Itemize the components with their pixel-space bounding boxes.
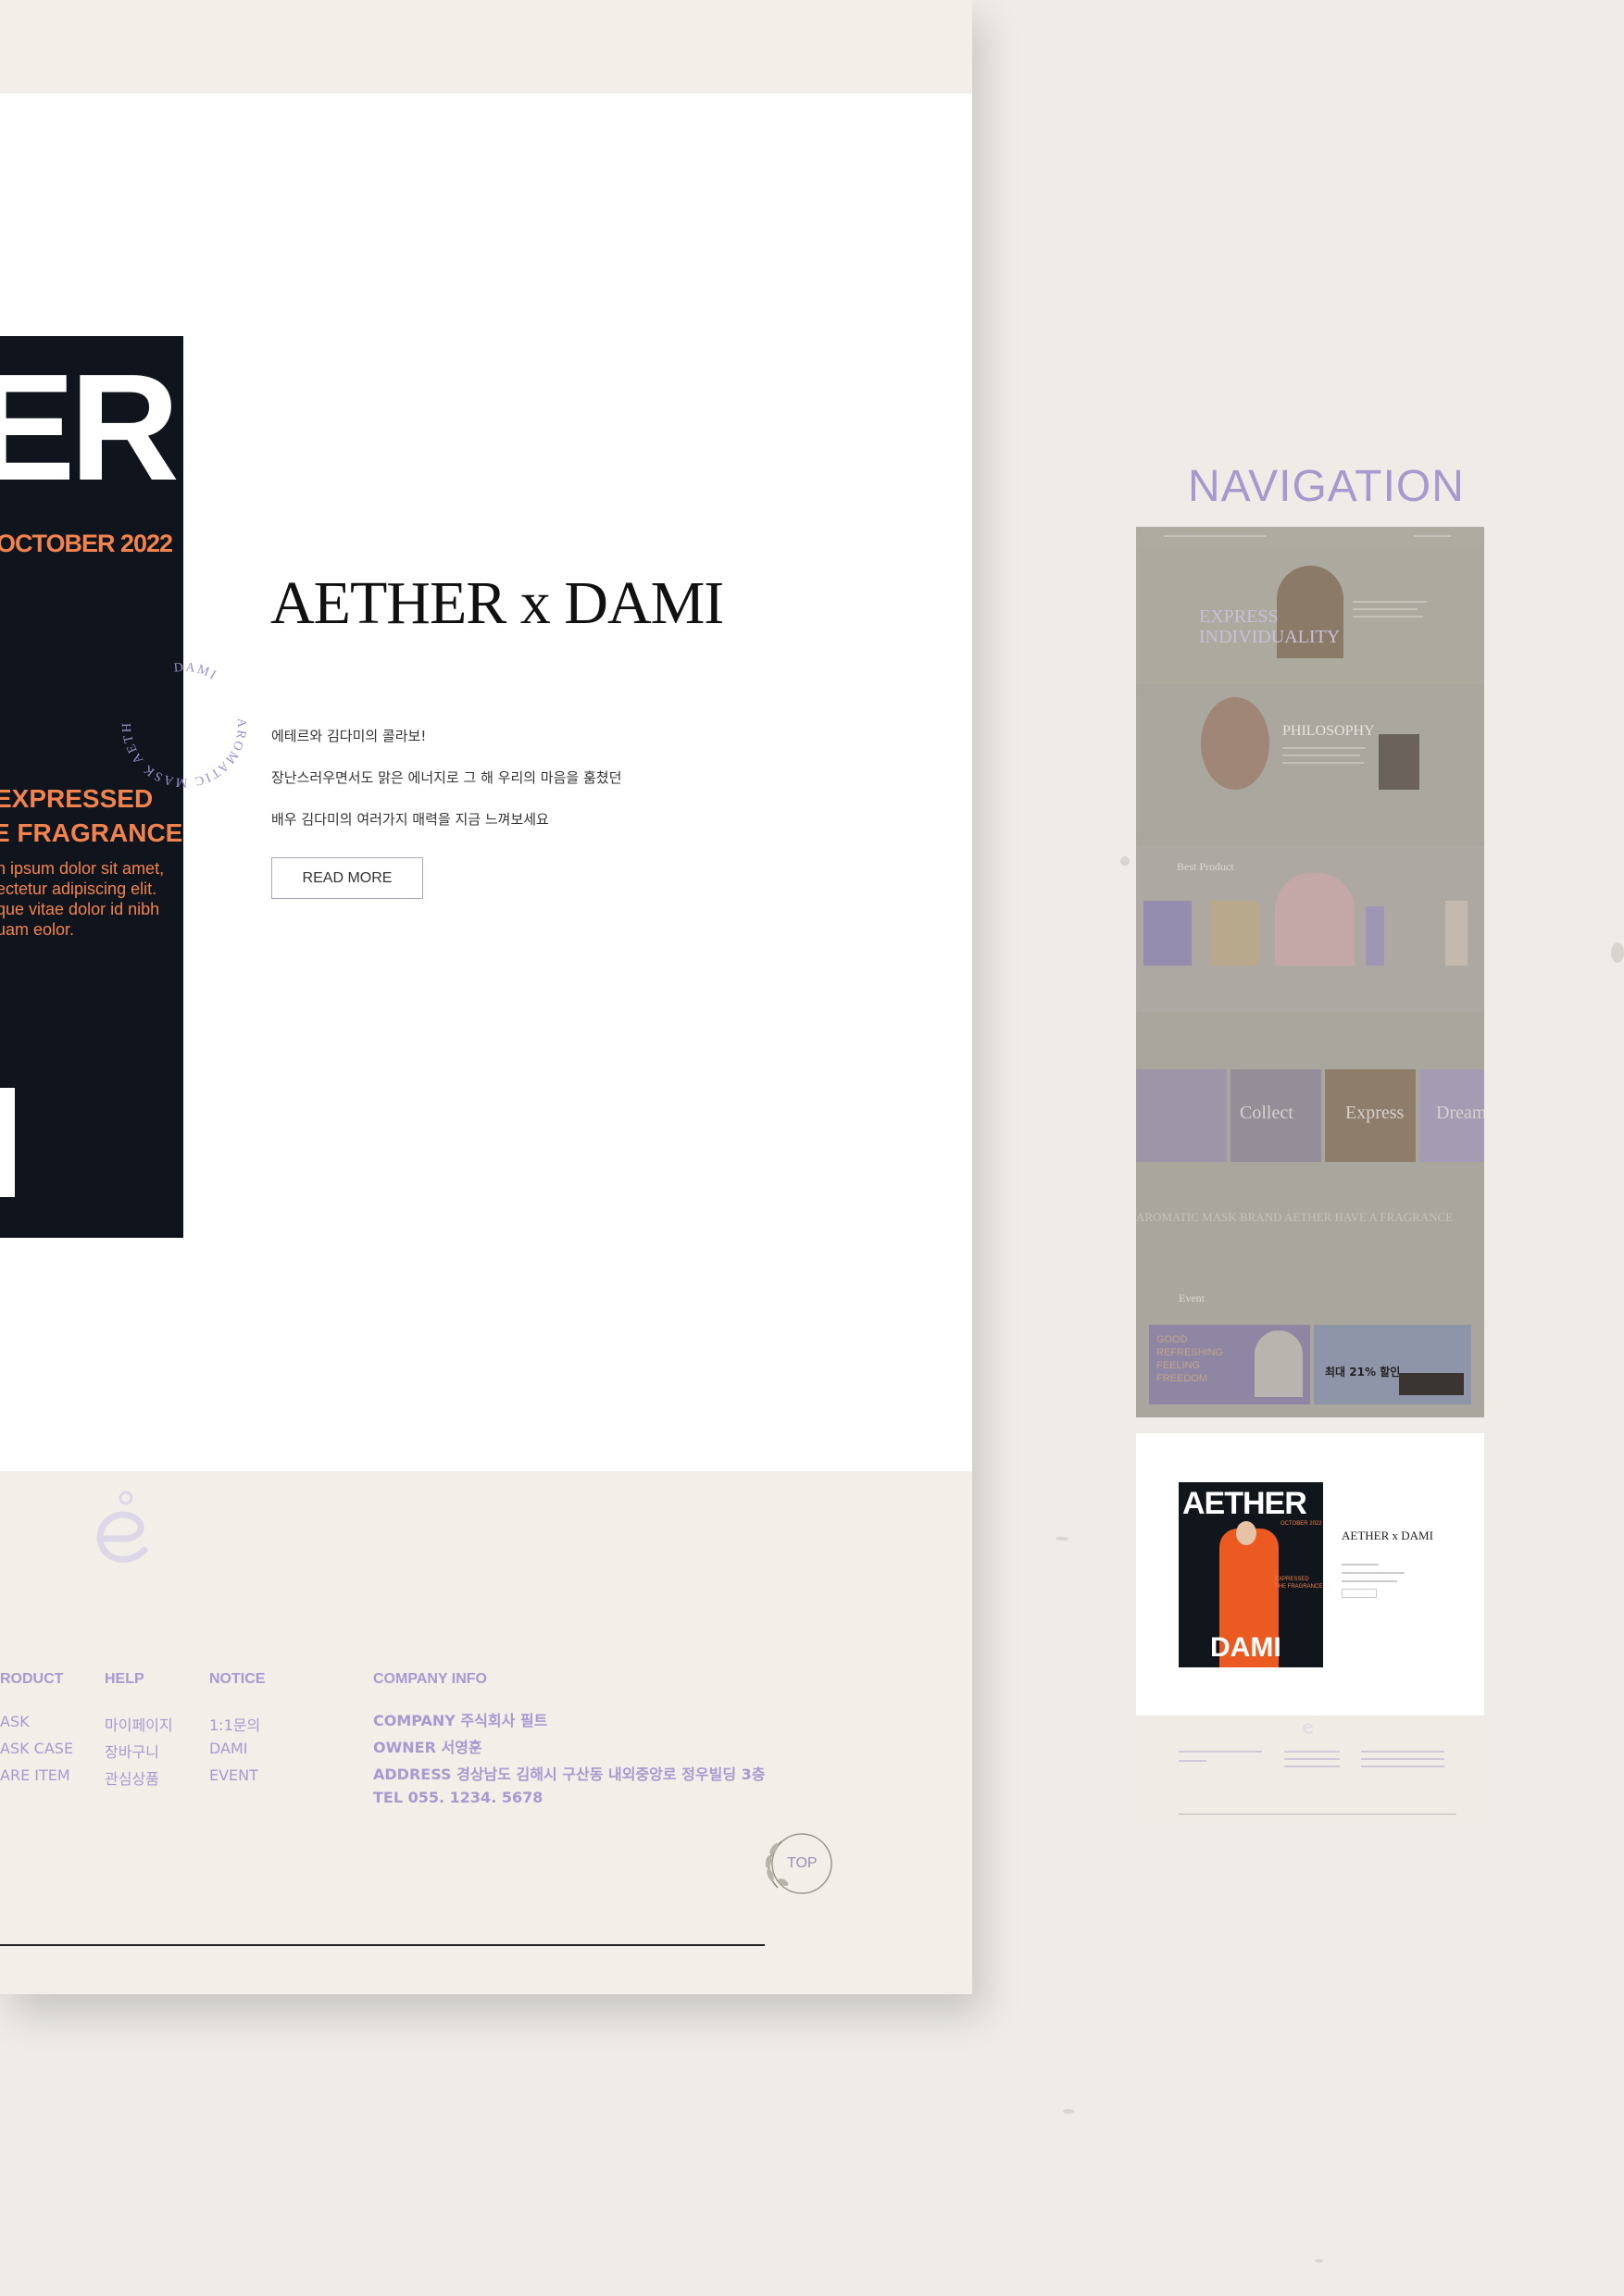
top-button[interactable]: TOP xyxy=(757,1828,837,1899)
mini-product-5 xyxy=(1445,901,1468,966)
mini-hero-text-2: INDIVIDUALITY xyxy=(1199,627,1341,647)
poster-date: OCTOBER 2022 xyxy=(0,530,173,557)
main-page-preview: ER OCTOBER 2022 EXPRESSED E FRAGRANCE n … xyxy=(0,0,972,1994)
poster-lorem-4: uam eolor. xyxy=(0,920,75,939)
mini-event-banner-1: GOOD REFRESHING FEELING FREEDOM xyxy=(1149,1325,1310,1404)
poster-lorem-2: ectetur adipiscing elit. xyxy=(0,880,157,898)
navigation-heading: NAVIGATION xyxy=(1188,462,1465,511)
poster-bottom-letter xyxy=(0,1088,15,1197)
bg-speck xyxy=(1063,2109,1074,2114)
badge-top-text: DAMI xyxy=(173,661,218,684)
svg-text:DAMI: DAMI xyxy=(173,661,219,684)
collab-desc-2: 장난스러우면서도 맑은 에너지로 그 해 우리의 마음을 훔쳤던 xyxy=(271,769,622,786)
mini-card-row: Collect Express Dream xyxy=(1136,1069,1484,1162)
collab-desc-3: 배우 김다미의 여러가지 매력을 지금 느껴보세요 xyxy=(271,811,549,828)
mini-poster-title: AETHER xyxy=(1182,1486,1307,1521)
footer-divider xyxy=(0,1944,765,1946)
mini-product-1 xyxy=(1143,901,1192,966)
mini-collab-title: AETHER x DAMI xyxy=(1342,1529,1433,1542)
poster-fragrance: E FRAGRANCE xyxy=(0,818,183,847)
mini-marquee: AROMATIC MASK BRAND AETHER HAVE A FRAGRA… xyxy=(1136,1210,1454,1224)
brand-logo-icon xyxy=(96,1491,148,1563)
mini-event-banner-2: 최대 21% 할인 xyxy=(1314,1325,1471,1404)
footer-company-head: COMPANY INFO xyxy=(373,1671,487,1687)
footer-link-cart[interactable]: 장바구니 xyxy=(105,1740,159,1762)
mini-poster: AETHER OCTOBER 2022 EXPRESSED THE FRAGRA… xyxy=(1179,1482,1323,1667)
top-label: TOP xyxy=(787,1855,818,1871)
poster-lorem-1: n ipsum dolor sit amet, xyxy=(0,859,165,878)
footer-col-help-head: HELP xyxy=(105,1671,144,1687)
footer-company-address: ADDRESS 경상남도 김해시 구산동 내외중앙로 정우빌딩 3층 xyxy=(373,1766,766,1783)
mini-philosophy: PHILOSOPHY xyxy=(1136,686,1484,843)
mini-philosophy-title: PHILOSOPHY xyxy=(1282,723,1375,739)
mini-event-title: Event xyxy=(1179,1292,1205,1304)
mini-best-product-title: Best Product xyxy=(1177,860,1234,873)
footer-link-mask[interactable]: ASK xyxy=(0,1713,30,1730)
poster-headline: ER xyxy=(0,343,180,512)
mini-logo-icon xyxy=(1303,1723,1314,1734)
footer-company-tel: TEL 055. 1234. 5678 xyxy=(373,1789,543,1806)
footer-link-care-item[interactable]: ARE ITEM xyxy=(0,1766,70,1784)
mini-collab-preview[interactable]: AETHER OCTOBER 2022 EXPRESSED THE FRAGRA… xyxy=(1136,1433,1484,1716)
mini-best-product: Best Product xyxy=(1136,845,1484,1012)
mini-sale-text: 최대 21% 할인 xyxy=(1325,1366,1401,1379)
mini-product-3 xyxy=(1275,873,1355,966)
bg-speck xyxy=(1315,2259,1323,2263)
mini-header xyxy=(1136,527,1484,545)
footer-link-event[interactable]: EVENT xyxy=(209,1766,258,1784)
mini-card-label-2: Express xyxy=(1345,1103,1405,1123)
bg-speck xyxy=(1056,1537,1068,1541)
poster-lorem-3: que vitae dolor id nibh xyxy=(0,900,160,918)
collab-title: AETHER x DAMI xyxy=(270,569,724,637)
mini-poster-name: DAMI xyxy=(1210,1632,1281,1663)
mini-hero-text-1: EXPRESS xyxy=(1199,606,1279,627)
mini-footer-preview xyxy=(1136,1716,1484,1827)
site-navigation-preview[interactable]: EXPRESS INDIVIDUALITY PHILOSOPHY Best Pr… xyxy=(1136,527,1484,1417)
aromatic-badge: AROMATIC MASK AETHER DAMI xyxy=(115,655,248,789)
badge-ring-text: AROMATIC MASK AETHER xyxy=(115,655,246,789)
footer-company-owner: OWNER 서영훈 xyxy=(373,1739,482,1756)
footer-link-mask-case[interactable]: ASK CASE xyxy=(0,1740,73,1757)
collab-desc-1: 에테르와 김다미의 콜라보! xyxy=(271,728,427,744)
mini-card-0 xyxy=(1136,1069,1227,1162)
mini-card-label-1: Collect xyxy=(1240,1103,1293,1123)
mini-poster-face xyxy=(1236,1521,1256,1545)
bg-speck xyxy=(1120,856,1130,866)
mini-product-4 xyxy=(1366,906,1384,966)
mini-product-2 xyxy=(1210,901,1258,966)
footer-link-dami[interactable]: DAMI xyxy=(209,1740,248,1757)
footer-link-inquiry[interactable]: 1:1문의 xyxy=(209,1713,260,1735)
mini-poster-date: OCTOBER 2022 xyxy=(1280,1521,1322,1527)
footer-link-wishlist[interactable]: 관심상품 xyxy=(105,1766,159,1789)
mini-hero: EXPRESS INDIVIDUALITY xyxy=(1136,545,1484,684)
footer-link-mypage[interactable]: 마이페이지 xyxy=(105,1713,173,1735)
bg-speck xyxy=(1611,942,1624,963)
mini-philosophy-photo xyxy=(1201,697,1269,790)
mini-philosophy-thumb xyxy=(1379,734,1419,790)
svg-text:AROMATIC MASK AETHER: AROMATIC MASK AETHER xyxy=(115,655,248,789)
read-more-button[interactable]: READ MORE xyxy=(271,857,423,899)
footer-company-name: COMPANY 주식회사 필트 xyxy=(373,1712,548,1729)
footer-col-notice-head: NOTICE xyxy=(209,1671,266,1687)
footer-col-product-head: RODUCT xyxy=(0,1671,64,1687)
mini-card-label-3: Dream xyxy=(1436,1103,1484,1123)
